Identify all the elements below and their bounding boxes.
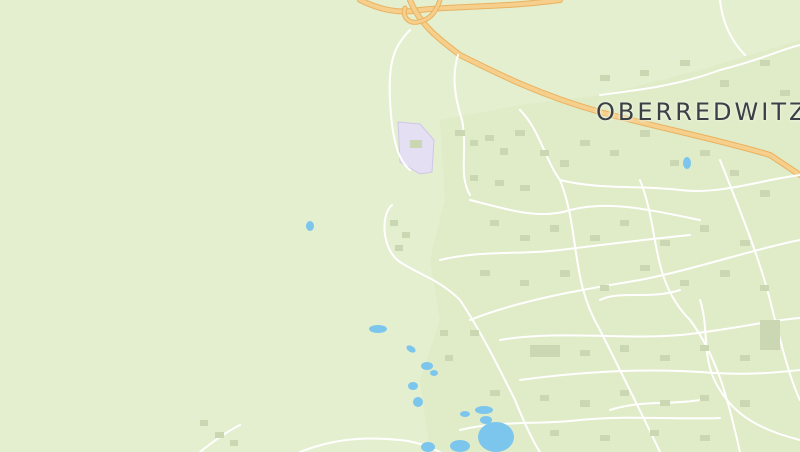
place-label: OBERREDWITZ [596,98,800,126]
map-canvas[interactable] [0,0,800,452]
map-view[interactable]: OBERREDWITZ [0,0,800,452]
